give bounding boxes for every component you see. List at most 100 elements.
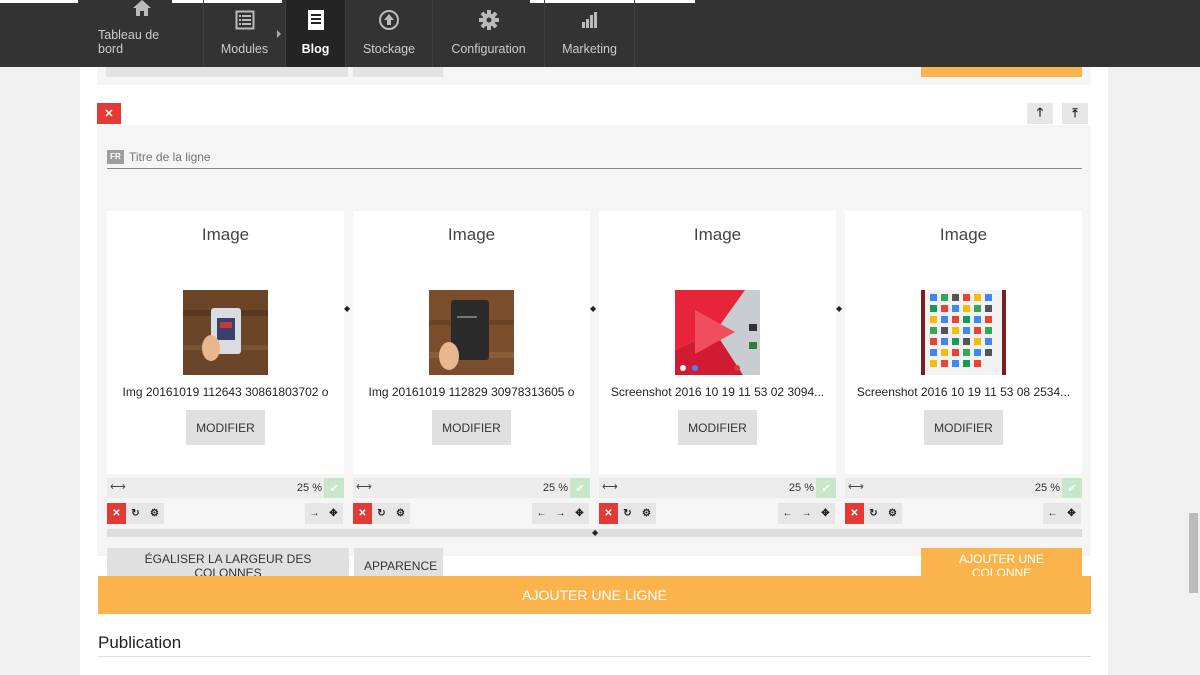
column-4: Image Screenshot 2016 10 19 11 53 08 253… <box>845 211 1082 524</box>
move-all-icon[interactable]: ✥ <box>816 503 835 524</box>
column-controls-left: ✕ ↻ ⚙ <box>353 503 410 524</box>
column-width-value: 25 % <box>542 482 568 494</box>
image-filename: Screenshot 2016 10 19 11 53 02 3094... <box>610 385 825 399</box>
add-line-button[interactable]: AJOUTER UNE LIGNE <box>98 576 1091 614</box>
move-right-icon[interactable]: → <box>797 503 816 524</box>
modify-image-button[interactable]: MODIFIER <box>186 410 265 445</box>
check-icon[interactable]: ✔ <box>1062 478 1082 498</box>
move-all-icon[interactable]: ✥ <box>324 503 343 524</box>
nav-item-configuration[interactable]: Configuration <box>433 0 545 67</box>
column-resize-handle[interactable]: ◆ <box>344 305 350 313</box>
arrow-to-top-icon: ⤒ <box>1072 106 1078 120</box>
move-right-icon[interactable]: → <box>551 503 570 524</box>
column-width-value: 25 % <box>1034 482 1060 494</box>
column-width-bar: ⟷ 25 % ✔ <box>107 478 344 498</box>
modify-image-button[interactable]: MODIFIER <box>432 410 511 445</box>
column-resize-handle[interactable]: ◆ <box>590 305 596 313</box>
column-width-value: 25 % <box>788 482 814 494</box>
move-row-up-button[interactable]: 🡑 <box>1027 103 1053 124</box>
divider <box>98 656 1091 657</box>
bar-chart-icon <box>580 8 600 32</box>
delete-column-button[interactable]: ✕ <box>845 503 864 524</box>
scrollbar-thumb[interactable] <box>1189 513 1198 593</box>
move-row-top-button[interactable]: ⤒ <box>1062 103 1088 124</box>
window-strip <box>0 0 78 3</box>
nav-item-modules[interactable]: Modules <box>204 0 286 67</box>
row-height-grip[interactable]: ◆ <box>107 528 1082 537</box>
image-filename: Img 20161019 112829 30978313605 o <box>368 385 575 399</box>
column-2: Image Img 20161019 112829 30978313605 o … <box>353 211 590 524</box>
delete-column-button[interactable]: ✕ <box>353 503 372 524</box>
image-card: Image Img 20161019 112829 30978313605 o … <box>353 211 590 474</box>
resize-horizontal-icon[interactable]: ⟷ <box>602 480 618 493</box>
column-controls-left: ✕ ↻ ⚙ <box>107 503 164 524</box>
image-card: Image Img 20161019 112643 30861803702 o … <box>107 211 344 474</box>
resize-horizontal-icon[interactable]: ⟷ <box>848 480 864 493</box>
move-right-icon[interactable]: → <box>305 503 324 524</box>
image-thumbnail <box>429 290 514 375</box>
column-controls-right: → ✥ <box>305 503 343 524</box>
modify-image-button[interactable]: MODIFIER <box>678 410 757 445</box>
check-icon[interactable]: ✔ <box>816 478 836 498</box>
nav-item-storage[interactable]: Stockage <box>346 0 433 67</box>
previous-equalize-button[interactable] <box>106 67 348 77</box>
check-icon[interactable]: ✔ <box>324 478 344 498</box>
upload-circle-icon <box>378 8 400 32</box>
check-icon[interactable]: ✔ <box>570 478 590 498</box>
previous-add-column-button[interactable] <box>921 67 1082 77</box>
column-width-bar: ⟷ 25 % ✔ <box>353 478 590 498</box>
gear-icon <box>478 8 500 32</box>
arrow-up-icon: 🡑 <box>1036 105 1044 119</box>
previous-row-footer <box>97 67 1091 85</box>
move-all-icon[interactable]: ✥ <box>570 503 589 524</box>
page-content: ✕ 🡑 ⤒ FR Image Img 20161019 112643 30861… <box>80 67 1108 675</box>
gear-icon[interactable]: ⚙ <box>883 503 902 524</box>
submenu-caret-icon <box>277 30 281 38</box>
reset-icon[interactable]: ↻ <box>864 503 883 524</box>
resize-vertical-icon: ◆ <box>592 528 599 537</box>
delete-column-button[interactable]: ✕ <box>107 503 126 524</box>
card-heading: Image <box>447 225 496 244</box>
gear-icon[interactable]: ⚙ <box>391 503 410 524</box>
reset-icon[interactable]: ↻ <box>372 503 391 524</box>
delete-row-button[interactable]: ✕ <box>97 103 121 124</box>
column-resize-handle[interactable]: ◆ <box>836 305 842 313</box>
language-flag: FR <box>107 149 124 164</box>
nav-item-dashboard[interactable]: Tableau de bord <box>80 0 204 67</box>
move-left-icon[interactable]: ← <box>1043 503 1062 524</box>
list-icon <box>235 8 255 32</box>
row-title-input[interactable] <box>129 149 629 164</box>
nav-item-blog[interactable]: Blog <box>286 0 346 67</box>
reset-icon[interactable]: ↻ <box>618 503 637 524</box>
nav-label: Blog <box>301 42 330 56</box>
column-controls-right: ← → ✥ <box>532 503 589 524</box>
delete-column-button[interactable]: ✕ <box>599 503 618 524</box>
image-card: Image Screenshot 2016 10 19 11 53 02 309… <box>599 211 836 474</box>
resize-horizontal-icon[interactable]: ⟷ <box>110 480 126 493</box>
row-header: ✕ 🡑 ⤒ <box>97 100 1091 125</box>
previous-appearance-button[interactable] <box>353 67 443 77</box>
gear-icon[interactable]: ⚙ <box>145 503 164 524</box>
move-all-icon[interactable]: ✥ <box>1062 503 1081 524</box>
nav-label: Tableau de bord <box>98 28 160 56</box>
modify-image-button[interactable]: MODIFIER <box>924 410 1003 445</box>
column-controls-right: ← ✥ <box>1043 503 1081 524</box>
resize-horizontal-icon[interactable]: ⟷ <box>356 480 372 493</box>
image-filename: Img 20161019 112643 30861803702 o <box>122 385 329 399</box>
gear-icon[interactable]: ⚙ <box>637 503 656 524</box>
content-row: ✕ 🡑 ⤒ FR Image Img 20161019 112643 30861… <box>97 100 1091 583</box>
nav-item-marketing[interactable]: Marketing <box>545 0 635 67</box>
reset-icon[interactable]: ↻ <box>126 503 145 524</box>
move-left-icon[interactable]: ← <box>778 503 797 524</box>
card-heading: Image <box>201 225 250 244</box>
move-left-icon[interactable]: ← <box>532 503 551 524</box>
column-width-value: 25 % <box>296 482 322 494</box>
image-thumbnail <box>921 290 1006 375</box>
column-3: Image Screenshot 2016 10 19 11 53 02 309… <box>599 211 836 524</box>
column-width-bar: ⟷ 25 % ✔ <box>845 478 1082 498</box>
image-thumbnail <box>183 290 268 375</box>
home-icon <box>132 0 152 18</box>
image-card: Image Screenshot 2016 10 19 11 53 08 253… <box>845 211 1082 474</box>
card-heading: Image <box>939 225 988 244</box>
column-width-bar: ⟷ 25 % ✔ <box>599 478 836 498</box>
